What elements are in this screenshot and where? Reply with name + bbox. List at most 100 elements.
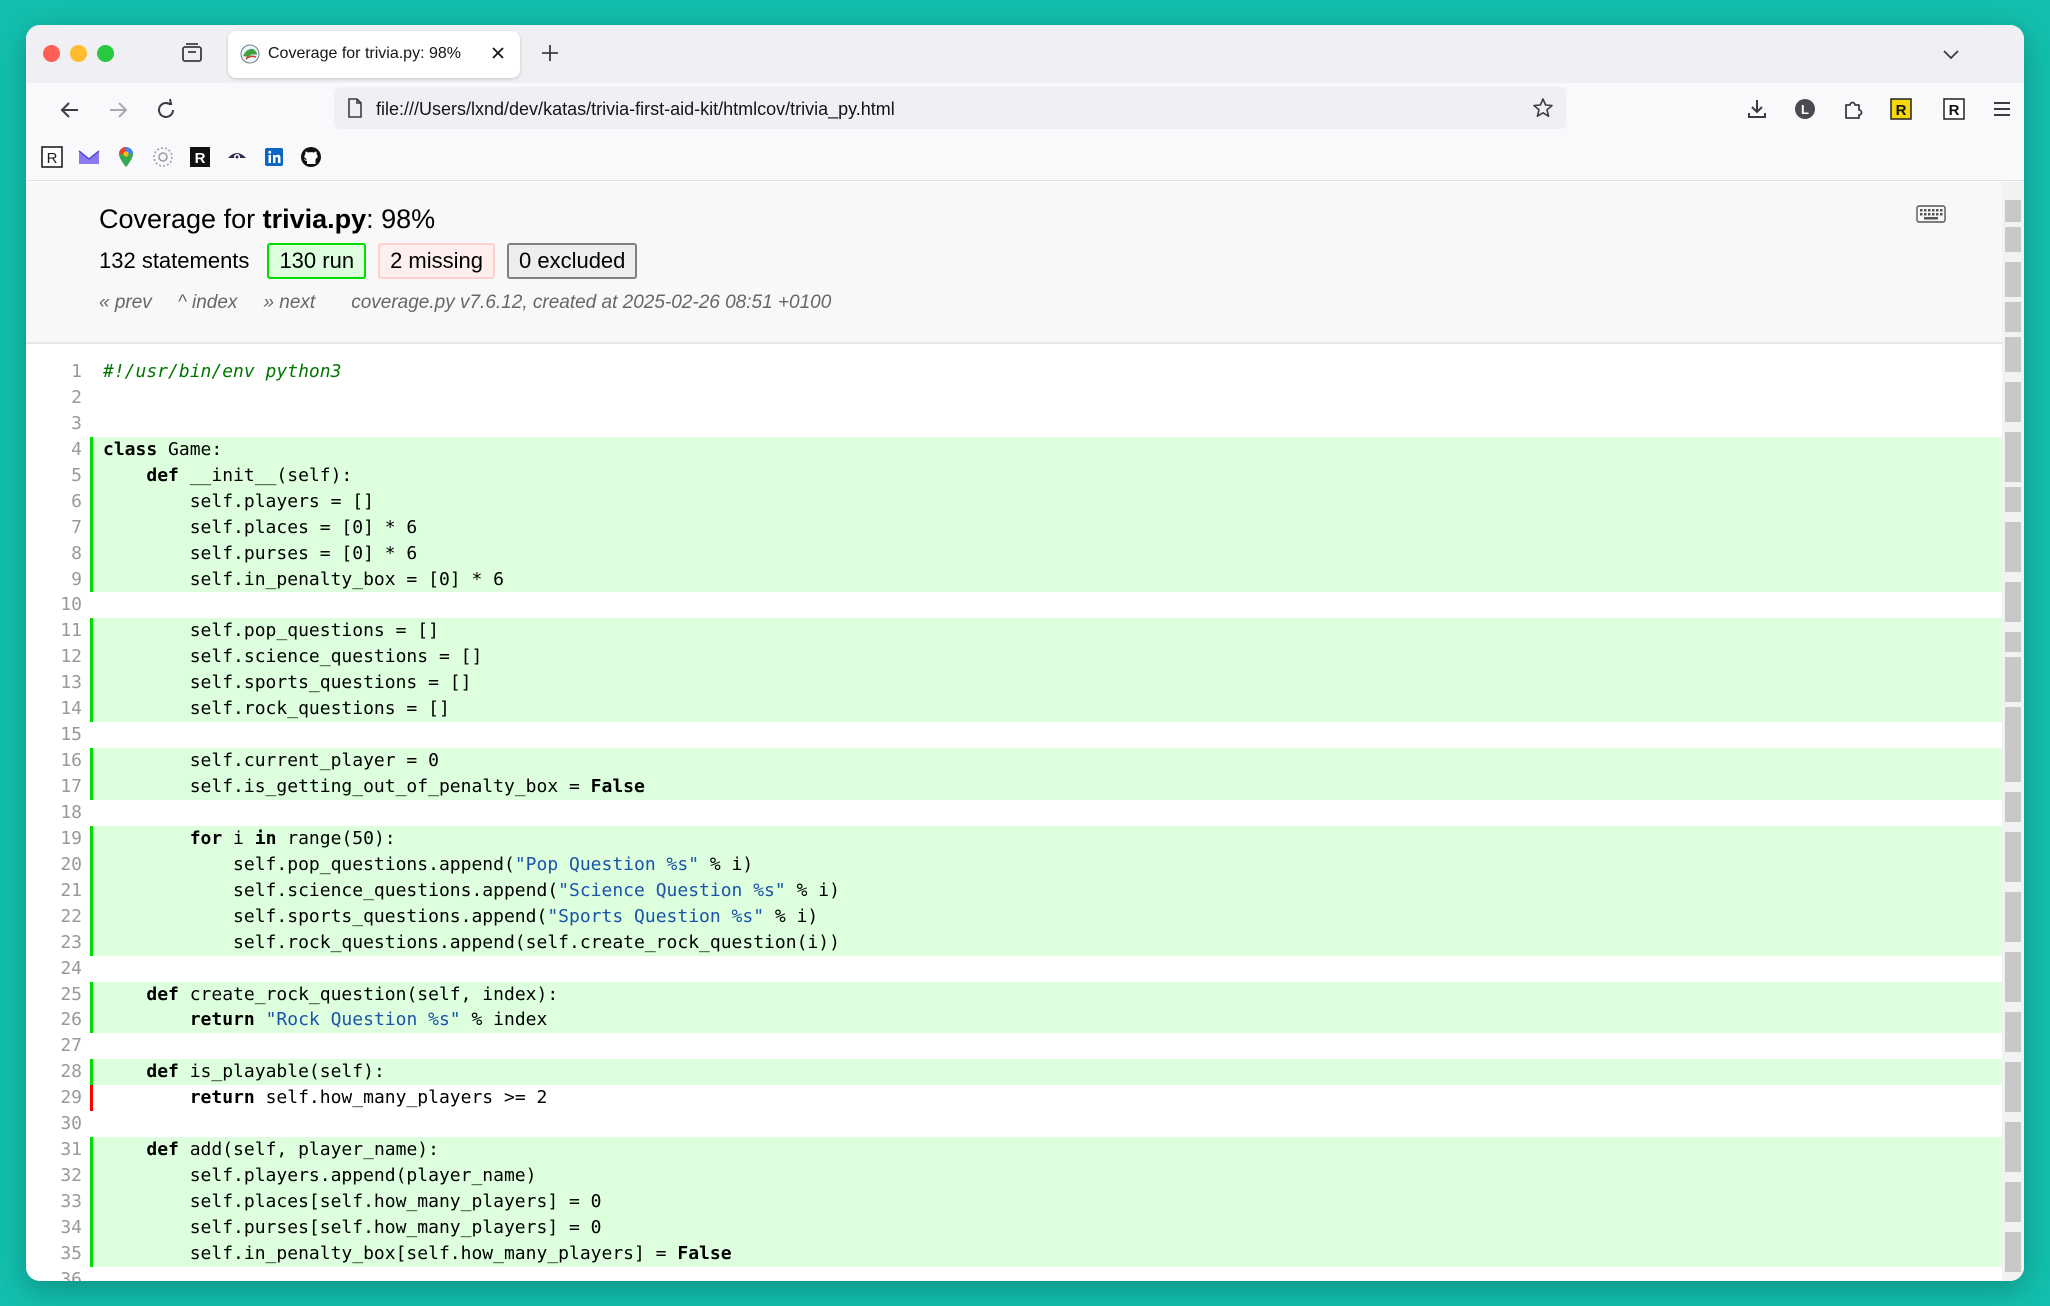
reload-icon[interactable] — [153, 97, 179, 123]
line-code — [90, 592, 2002, 619]
code-line: 1 #!/usr/bin/env python3 — [26, 359, 2002, 385]
back-arrow-icon[interactable] — [57, 97, 83, 123]
bookmark-r-black-icon[interactable]: R — [188, 145, 212, 169]
excluded-filter-button[interactable]: 0 excluded — [506, 243, 638, 279]
bookmark-github-icon[interactable] — [299, 145, 323, 169]
code-line: 29 return self.how_many_players >= 2 — [26, 1085, 2002, 1112]
bookmark-maps-icon[interactable] — [114, 145, 138, 169]
bookmark-eye-icon[interactable] — [225, 145, 249, 169]
scrollbar-coverage-mark — [2005, 1182, 2021, 1222]
puzzle-icon[interactable] — [1840, 96, 1866, 122]
line-number[interactable]: 26 — [26, 1007, 82, 1033]
scrollbar-coverage-mark — [2005, 632, 2021, 652]
prev-link[interactable]: « prev — [99, 292, 152, 314]
line-number[interactable]: 34 — [26, 1215, 82, 1241]
line-number[interactable]: 21 — [26, 878, 82, 904]
line-number[interactable]: 23 — [26, 930, 82, 956]
line-code: self.places[self.how_many_players] = 0 — [90, 1189, 2002, 1215]
scrollbar-coverage-mark — [2005, 522, 2021, 572]
line-number[interactable]: 1 — [26, 359, 82, 385]
extension-white-r-icon[interactable]: R — [1941, 96, 1967, 122]
close-icon[interactable] — [488, 43, 508, 63]
index-link[interactable]: ^ index — [178, 292, 238, 314]
bookmark-settings-circle-icon[interactable] — [151, 145, 175, 169]
navigation-toolbar: file:///Users/lxnd/dev/katas/trivia-firs… — [26, 83, 2024, 135]
scrollbar-coverage-mark — [2005, 1062, 2021, 1112]
code-line: 2 — [26, 384, 2002, 411]
line-number[interactable]: 22 — [26, 904, 82, 930]
code-token: self.current_player = 0 — [103, 750, 439, 772]
bookmark-r-black-letter: R — [195, 150, 206, 167]
bookmarks-toolbar: R R — [26, 135, 2024, 181]
line-number[interactable]: 20 — [26, 852, 82, 878]
run-filter-button[interactable]: 130 run — [267, 243, 367, 279]
line-number[interactable]: 35 — [26, 1241, 82, 1267]
line-number[interactable]: 15 — [26, 722, 82, 748]
line-number[interactable]: 10 — [26, 592, 82, 618]
line-number[interactable]: 2 — [26, 385, 82, 411]
extension-white-letter: R — [1949, 102, 1960, 119]
tab-list-icon[interactable] — [180, 41, 204, 65]
line-number[interactable]: 19 — [26, 826, 82, 852]
line-code: self.players = [] — [90, 488, 2002, 515]
line-number[interactable]: 3 — [26, 411, 82, 437]
line-code: self.rock_questions.append(self.create_r… — [90, 929, 2002, 956]
line-number[interactable]: 12 — [26, 644, 82, 670]
minimize-window-button[interactable] — [70, 45, 87, 62]
bookmark-r-outline-icon[interactable]: R — [40, 145, 64, 169]
line-number[interactable]: 32 — [26, 1163, 82, 1189]
line-code — [90, 384, 2002, 411]
line-number[interactable]: 6 — [26, 489, 82, 515]
line-number[interactable]: 17 — [26, 774, 82, 800]
line-code: self.sports_questions = [] — [90, 670, 2002, 697]
close-window-button[interactable] — [43, 45, 60, 62]
star-icon[interactable] — [1532, 97, 1554, 119]
next-link[interactable]: » next — [263, 292, 315, 314]
coverage-scrollbar[interactable] — [2002, 182, 2024, 1281]
forward-arrow-icon[interactable] — [105, 97, 131, 123]
line-number[interactable]: 25 — [26, 982, 82, 1008]
line-number[interactable]: 16 — [26, 748, 82, 774]
line-number[interactable]: 13 — [26, 670, 82, 696]
line-number[interactable]: 5 — [26, 463, 82, 489]
hamburger-menu-icon[interactable] — [1989, 96, 2015, 122]
source-code: 1 #!/usr/bin/env python3 2 3 4 class Game: 5 d… — [26, 359, 2002, 1281]
line-number[interactable]: 24 — [26, 956, 82, 982]
chevron-down-icon[interactable] — [1940, 43, 1962, 65]
maximize-window-button[interactable] — [97, 45, 114, 62]
line-number[interactable]: 29 — [26, 1085, 82, 1111]
line-number[interactable]: 27 — [26, 1033, 82, 1059]
line-number[interactable]: 11 — [26, 618, 82, 644]
plus-icon[interactable] — [538, 41, 562, 65]
code-line: 4 class Game: — [26, 436, 2002, 463]
code-line: 36 — [26, 1266, 2002, 1281]
code-line: 34 self.purses[self.how_many_players] = … — [26, 1214, 2002, 1241]
code-token: self.in_penalty_box = [0] * 6 — [103, 568, 504, 590]
keyboard-icon[interactable] — [1916, 204, 1946, 224]
line-number[interactable]: 30 — [26, 1111, 82, 1137]
code-token: self.science_questions = [] — [103, 646, 483, 668]
line-number[interactable]: 14 — [26, 696, 82, 722]
account-icon[interactable]: L — [1792, 96, 1818, 122]
missing-filter-button[interactable]: 2 missing — [378, 243, 495, 279]
line-number[interactable]: 7 — [26, 515, 82, 541]
url-bar[interactable]: file:///Users/lxnd/dev/katas/trivia-firs… — [334, 87, 1566, 129]
active-tab[interactable]: Coverage for trivia.py: 98% — [228, 31, 520, 78]
line-code — [90, 1111, 2002, 1138]
line-number[interactable]: 4 — [26, 437, 82, 463]
bookmark-linkedin-icon[interactable] — [262, 145, 286, 169]
line-number[interactable]: 31 — [26, 1137, 82, 1163]
bookmark-mail-icon[interactable] — [77, 145, 101, 169]
extension-yellow-r-icon[interactable]: R — [1888, 96, 1914, 122]
code-line: 6 self.players = [] — [26, 488, 2002, 515]
line-number[interactable]: 9 — [26, 567, 82, 593]
line-number[interactable]: 33 — [26, 1189, 82, 1215]
line-number[interactable]: 8 — [26, 541, 82, 567]
line-number[interactable]: 36 — [26, 1267, 82, 1281]
line-number[interactable]: 18 — [26, 800, 82, 826]
download-icon[interactable] — [1744, 96, 1770, 122]
line-number[interactable]: 28 — [26, 1059, 82, 1085]
